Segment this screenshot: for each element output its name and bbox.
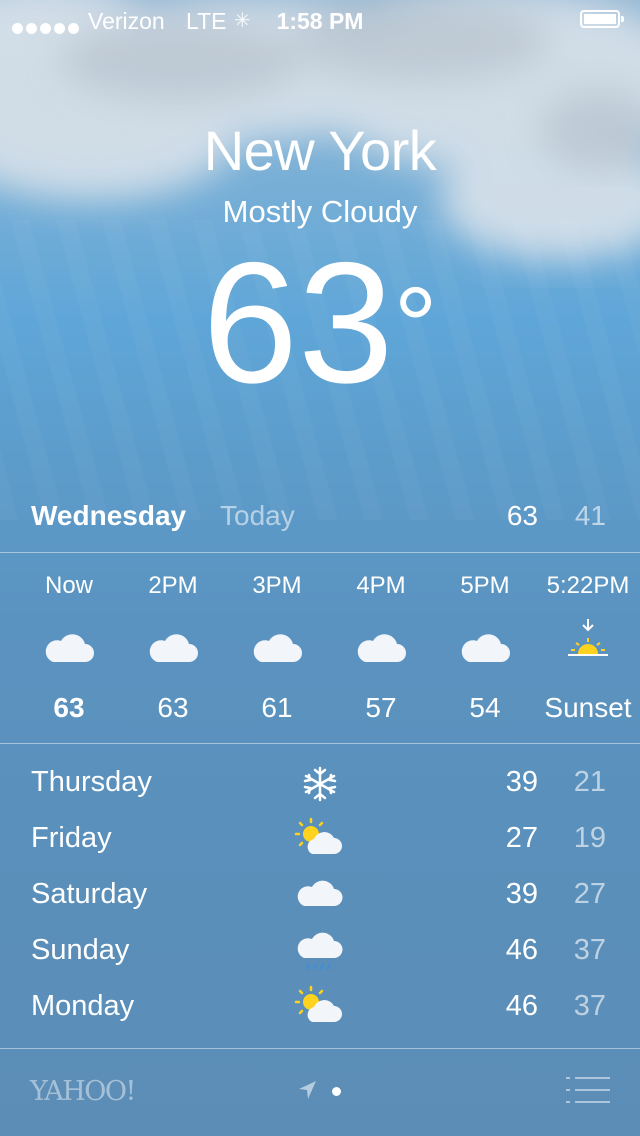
status-bar: Verizon LTE ✳ 1:58 PM	[0, 0, 640, 40]
daily-high: 46	[505, 990, 538, 1022]
degree-symbol: °	[393, 265, 438, 388]
daily-low: 37	[573, 934, 606, 966]
hour-time: 5:22PM	[546, 572, 630, 599]
hour-time: 2PM	[148, 572, 198, 599]
location-arrow-icon[interactable]	[296, 1078, 318, 1102]
partly-sunny-icon	[290, 816, 350, 864]
cloud-icon	[17, 628, 121, 668]
daily-high: 39	[505, 878, 538, 910]
hour-time: 5PM	[460, 572, 510, 599]
hour-temp: Sunset	[544, 692, 632, 723]
daily-day: Friday	[31, 822, 112, 854]
daily-row: Monday 46 37	[0, 984, 640, 1040]
cloud-icon	[329, 628, 433, 668]
partly-sunny-icon	[290, 984, 350, 1032]
hour-temp: 61	[261, 692, 293, 723]
today-day: Wednesday	[31, 500, 187, 531]
hourly-forecast[interactable]: Now 63 2PM 63 3PM 61 4PM 57 5PM 54 5:22P…	[0, 560, 640, 740]
status-time: 1:58 PM	[276, 8, 364, 34]
page-indicator-dot[interactable]	[332, 1087, 341, 1096]
today-high: 63	[506, 500, 538, 531]
sunset-icon	[536, 616, 640, 660]
yahoo-logo[interactable]: YAHOO!	[30, 1076, 136, 1107]
hour-temp: 63	[53, 692, 85, 723]
current-temperature: 63°	[0, 237, 640, 409]
daily-day: Saturday	[31, 878, 148, 910]
snowflake-icon	[290, 760, 350, 808]
hour-time: 3PM	[252, 572, 302, 599]
rain-icon	[290, 928, 350, 976]
condition-text: Mostly Cloudy	[222, 194, 418, 229]
cloud-icon	[290, 872, 350, 920]
cloud-icon	[225, 628, 329, 668]
divider-bottom	[0, 1048, 640, 1049]
list-icon[interactable]	[566, 1076, 610, 1104]
battery-icon	[580, 10, 624, 28]
today-row: Wednesday Today 63 41	[0, 498, 640, 538]
hour-time: 4PM	[356, 572, 406, 599]
daily-low: 19	[573, 822, 606, 854]
hour-temp: 63	[157, 692, 189, 723]
city-name: New York	[203, 119, 437, 182]
daily-low: 27	[573, 878, 606, 910]
today-low: 41	[574, 500, 606, 531]
cloud-icon	[433, 628, 537, 668]
daily-day: Monday	[31, 990, 135, 1022]
daily-day: Thursday	[31, 766, 152, 798]
divider-middle	[0, 743, 640, 744]
cloud-icon	[121, 628, 225, 668]
hour-temp: 54	[469, 692, 501, 723]
daily-row: Saturday 39 27	[0, 872, 640, 928]
daily-day: Sunday	[31, 934, 130, 966]
daily-row: Sunday 46 37	[0, 928, 640, 984]
daily-row: Friday 27 19	[0, 816, 640, 872]
daily-row: Thursday 39 21	[0, 760, 640, 816]
daily-high: 46	[505, 934, 538, 966]
divider-top	[0, 552, 640, 553]
daily-high: 27	[505, 822, 538, 854]
daily-low: 21	[573, 766, 606, 798]
hour-temp: 57	[365, 692, 397, 723]
daily-high: 39	[505, 766, 538, 798]
temperature-value: 63	[202, 227, 394, 419]
hour-time: Now	[44, 572, 93, 599]
today-label: Today	[220, 500, 295, 531]
daily-low: 37	[573, 990, 606, 1022]
